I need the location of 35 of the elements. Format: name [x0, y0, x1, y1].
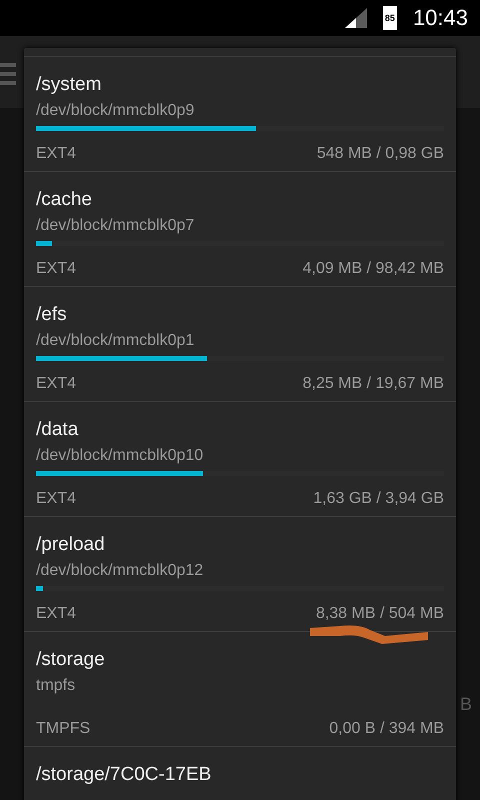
mount-item[interactable]: /storage/7C0C-17EB	[24, 747, 456, 800]
mount-path: /storage/7C0C-17EB	[36, 763, 212, 787]
filesystem-type: EXT4	[36, 260, 76, 278]
device-name: tmpfs	[36, 676, 76, 696]
menu-icon[interactable]	[0, 63, 16, 85]
device-name: /dev/block/mmcblk0p12	[36, 561, 204, 581]
usage-text: 1,63 GB / 3,94 GB	[313, 490, 444, 508]
filesystem-type: TMPFS	[36, 720, 90, 738]
mount-item[interactable]: /system /dev/block/mmcblk0p9 EXT4 548 MB / 0,98 GB	[24, 57, 456, 172]
mount-item[interactable]: /cache /dev/block/mmcblk0p7 EXT4 4,09 MB / 98,42 MB	[24, 172, 456, 287]
usage-text: 8,25 MB / 19,67 MB	[302, 375, 444, 393]
mount-path: /cache	[36, 188, 93, 212]
filesystem-type: EXT4	[36, 490, 76, 508]
device-name: /dev/block/mmcblk0p1	[36, 331, 196, 351]
filesystem-type: EXT4	[36, 145, 76, 163]
usage-text: 8,38 MB / 504 MB	[316, 605, 444, 623]
battery-level: 85	[384, 13, 395, 23]
mount-path: /preload	[36, 533, 106, 557]
mount-path: /storage	[36, 648, 106, 672]
mount-path: /efs	[36, 303, 68, 327]
clock: 10:43	[412, 5, 468, 31]
usage-text: 548 MB / 0,98 GB	[316, 145, 444, 163]
mount-item[interactable]: /data /dev/block/mmcblk0p10 EXT4 1,63 GB / 3,94 GB	[24, 402, 456, 517]
device-name: /dev/block/mmcblk0p10	[36, 446, 204, 466]
usage-text: 4,09 MB / 98,42 MB	[302, 260, 444, 278]
device-name: /dev/block/mmcblk0p9	[36, 101, 196, 121]
filesystem-type: EXT4	[36, 375, 76, 393]
mount-path: /system	[36, 73, 102, 97]
mount-item[interactable]: /efs /dev/block/mmcblk0p1 EXT4 8,25 MB / 19,67 MB	[24, 287, 456, 402]
background-text: B	[460, 694, 472, 715]
usage-text: 0,00 B / 394 MB	[329, 720, 444, 738]
mount-path: /data	[36, 418, 80, 442]
filesystem-type: EXT4	[36, 605, 76, 623]
device-name: /dev/block/mmcblk0p7	[36, 216, 196, 236]
signal-icon	[344, 8, 367, 28]
